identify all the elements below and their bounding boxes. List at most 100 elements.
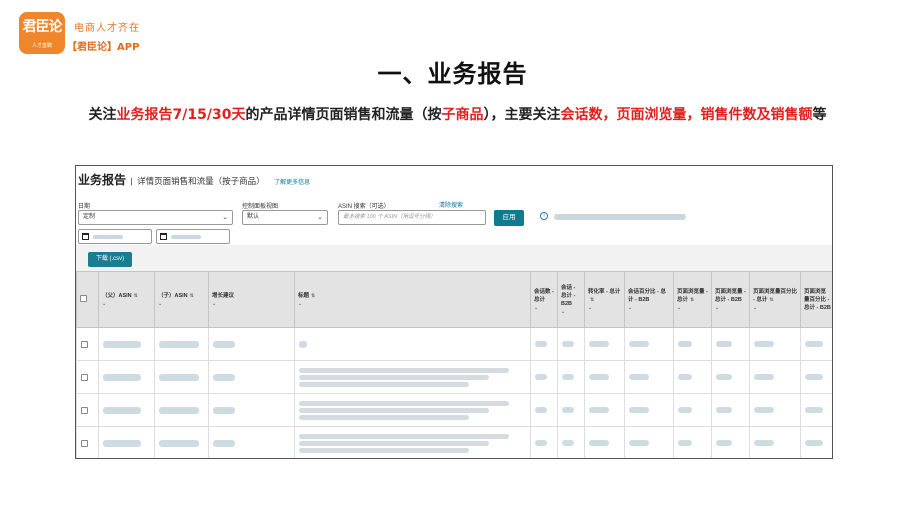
table-cell: [294, 393, 531, 427]
redacted-value: [754, 440, 774, 446]
clear-search-link[interactable]: 清除搜索: [439, 200, 463, 209]
table-cell: [749, 426, 801, 458]
column-header[interactable]: （父）ASIN ⇅ ⌄: [98, 271, 155, 328]
column-header[interactable]: 标题 ⇅ ⌄: [294, 271, 531, 328]
table-cell: [624, 393, 674, 427]
end-date-input[interactable]: [156, 229, 230, 244]
redacted-value: [629, 407, 649, 413]
table-row[interactable]: [76, 360, 832, 394]
dashboard-view-select[interactable]: 默认 ⌄: [242, 210, 328, 225]
redacted-value: [589, 374, 609, 380]
brand-logo: 君臣论 人才直聘: [19, 12, 65, 54]
column-header[interactable]: 会话数 - 总计 ⌄: [530, 271, 558, 328]
logo-text: 君臣论: [22, 19, 63, 35]
redacted-value: [299, 340, 307, 348]
redacted-value: [754, 341, 774, 347]
table-cell: [749, 327, 801, 361]
apply-button[interactable]: 应用: [494, 210, 524, 226]
redacted-text: [299, 414, 469, 420]
table-cell: [711, 426, 750, 458]
redacted-link[interactable]: [103, 373, 141, 381]
redacted-text: [299, 400, 509, 406]
row-checkbox[interactable]: [81, 407, 88, 414]
redacted-value: [562, 440, 574, 446]
redacted-link[interactable]: [103, 340, 141, 348]
row-checkbox[interactable]: [81, 374, 88, 381]
table-cell: [673, 327, 712, 361]
date-select[interactable]: 定制 ⌄: [78, 210, 233, 225]
redacted-link[interactable]: [103, 406, 141, 414]
table-cell: [800, 426, 832, 458]
table-cell: [624, 327, 674, 361]
select-all-checkbox[interactable]: [80, 294, 87, 302]
learn-more-link[interactable]: 了解更多信息: [274, 180, 310, 186]
redacted-value: [716, 374, 732, 380]
dashboard-view-label: 控制面板视图: [242, 204, 279, 210]
column-header[interactable]: 页面浏览量百分比 - 总计 - B2B: [800, 271, 832, 328]
redacted-text: [299, 381, 469, 387]
table-cell: [208, 393, 295, 427]
asin-search-input[interactable]: 最多搜索 100 个 ASIN（用逗号分隔）: [338, 210, 486, 225]
redacted-value: [629, 374, 649, 380]
blurred-notice: [554, 214, 686, 220]
column-header[interactable]: 页面浏览量 - 总计 - B2B ⌄: [711, 271, 750, 328]
redacted-link[interactable]: [159, 406, 199, 414]
table-cell: [557, 327, 585, 361]
calendar-icon: [82, 233, 89, 240]
table-row[interactable]: [76, 426, 832, 458]
table-cell: [154, 426, 209, 458]
redacted-value: [535, 341, 547, 347]
dashboard-view-value: 默认: [247, 214, 260, 220]
report-screenshot: 业务报告 | 详情页面销售和流量（按子商品） 了解更多信息 日期 定制 ⌄ 控制…: [75, 165, 833, 459]
table-cell: [208, 426, 295, 458]
report-title: 业务报告: [78, 173, 127, 187]
table-cell: [208, 327, 295, 361]
column-header[interactable]: 页面浏览量 - 总计 ⇅ ⌄: [673, 271, 712, 328]
redacted-value: [535, 374, 547, 380]
start-date-input[interactable]: [78, 229, 152, 244]
table-cell: [530, 426, 558, 458]
table-cell: [800, 393, 832, 427]
redacted-value: [754, 407, 774, 413]
row-checkbox[interactable]: [81, 440, 88, 447]
column-header[interactable]: 会话百分比 - 总计 - B2B ⌄: [624, 271, 674, 328]
calendar-icon: [160, 233, 167, 240]
redacted-value: [629, 341, 649, 347]
slide-description: 关注业务报告7/15/30天的产品详情页面销售和流量（按子商品），主要关注会话数…: [70, 107, 845, 124]
redacted-value: [213, 406, 235, 414]
table-cell: [584, 360, 625, 394]
table-cell: [673, 426, 712, 458]
redacted-value: [754, 374, 774, 380]
table-row[interactable]: [76, 393, 832, 427]
table-cell: [530, 393, 558, 427]
column-header[interactable]: 增长建议 ⌄: [208, 271, 295, 328]
table-cell: [154, 360, 209, 394]
redacted-link[interactable]: [103, 439, 141, 447]
redacted-link[interactable]: [159, 373, 199, 381]
download-csv-button[interactable]: 下载 (.csv): [88, 252, 132, 267]
redacted-value: [213, 439, 235, 447]
slide-title: 一、业务报告: [377, 60, 528, 88]
redacted-text: [299, 374, 489, 380]
table-row[interactable]: [76, 327, 832, 361]
redacted-value: [562, 407, 574, 413]
redacted-value: [716, 407, 732, 413]
table-cell: [584, 393, 625, 427]
slide: 君臣论 人才直聘 电商人才齐在 【君臣论】APP 一、业务报告 关注业务报告7/…: [0, 0, 905, 509]
brand-app-name: 【君臣论】APP: [67, 42, 140, 53]
row-checkbox[interactable]: [81, 341, 88, 348]
table-cell: [530, 327, 558, 361]
redacted-text: [299, 440, 489, 446]
redacted-link[interactable]: [159, 340, 199, 348]
chevron-down-icon: ⌄: [222, 214, 228, 221]
row-select-cell: [76, 426, 99, 458]
column-header[interactable]: 转化率 - 总计⇅ ⌄: [584, 271, 625, 328]
table-cell: [530, 360, 558, 394]
redacted-value: [629, 440, 649, 446]
redacted-link[interactable]: [159, 439, 199, 447]
column-header[interactable]: 页面浏览量百分比 - 总计 ⇅ ⌄: [749, 271, 801, 328]
column-header[interactable]: 会话 - 总计 - B2B ⌄: [557, 271, 585, 328]
column-header[interactable]: （子）ASIN ⇅ ⌄: [154, 271, 209, 328]
redacted-value: [678, 374, 692, 380]
table-cell: [749, 360, 801, 394]
